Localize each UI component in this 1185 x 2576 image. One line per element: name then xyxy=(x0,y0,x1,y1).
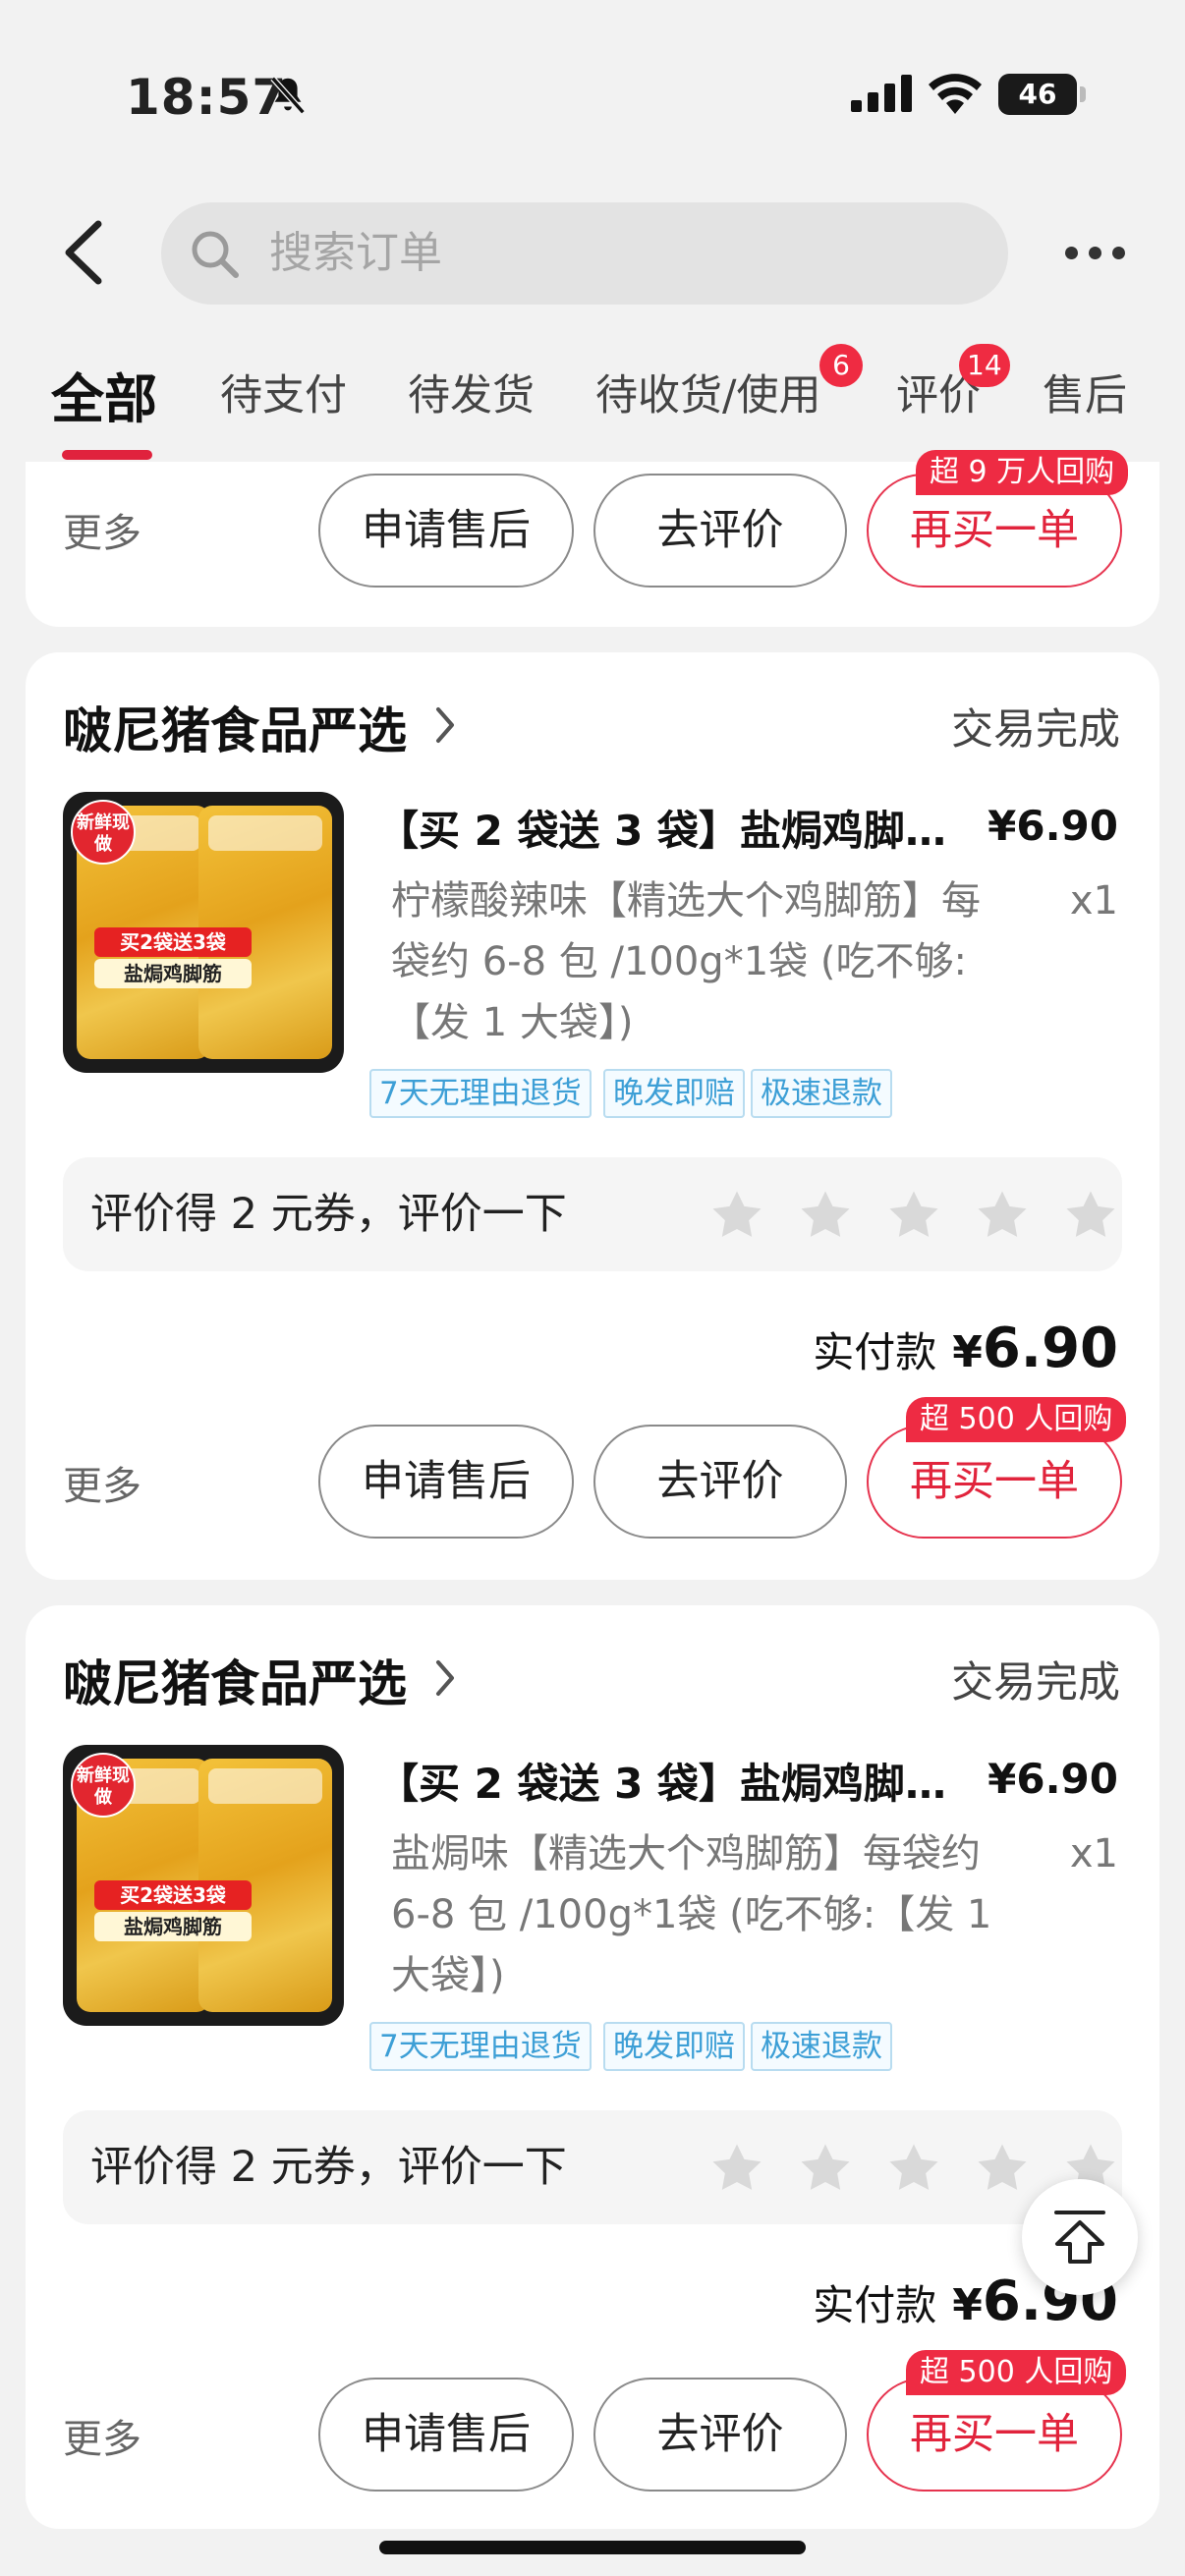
fresh-badge: 新鲜现做 xyxy=(71,800,136,865)
tab-pending-shipment[interactable]: 待发货 xyxy=(408,362,535,422)
product-title[interactable]: 【买 2 袋送 3 袋】盐焗鸡脚筋… xyxy=(377,1751,967,1811)
more-link[interactable]: 更多 xyxy=(63,1454,141,1511)
chevron-right-icon[interactable] xyxy=(430,1656,460,1700)
chevron-right-icon[interactable] xyxy=(430,703,460,747)
battery-indicator: 46 xyxy=(998,74,1077,115)
thumb-product-label: 盐焗鸡脚筋 xyxy=(94,959,252,988)
after-sale-button[interactable]: 申请售后 xyxy=(318,1425,574,1539)
search-input[interactable]: 搜索订单 xyxy=(161,202,1008,305)
search-icon xyxy=(192,231,239,278)
order-tabs: 全部 待支付 待发货 待收货/使用 6 评价 14 售后 xyxy=(0,334,1185,462)
after-sale-button[interactable]: 申请售后 xyxy=(318,2378,574,2492)
star-icon[interactable] xyxy=(709,2142,764,2195)
shop-name[interactable]: 啵尼猪食品严选 xyxy=(63,1645,407,1715)
tab-all[interactable]: 全部 xyxy=(51,356,157,433)
review-prompt-text: 评价得 2 元券，评价一下 xyxy=(90,1190,567,1239)
service-tag: 晚发即赔 xyxy=(603,2022,745,2071)
tab-after-sale[interactable]: 售后 xyxy=(1043,362,1127,422)
tab-active-indicator xyxy=(62,450,152,460)
order-card: 啵尼猪食品严选 交易完成 新鲜现做 买2袋送3袋 盐焗鸡脚筋 【买 2 袋送 3… xyxy=(26,652,1159,1580)
tab-pending-payment[interactable]: 待支付 xyxy=(220,362,347,422)
star-icon[interactable] xyxy=(798,1189,853,1242)
order-status: 交易完成 xyxy=(951,705,1120,755)
star-icon[interactable] xyxy=(798,2142,853,2195)
back-to-top-icon xyxy=(1054,2211,1105,2264)
paid-value: 6.90 xyxy=(982,1316,1118,1380)
wifi-icon xyxy=(929,74,982,114)
product-title[interactable]: 【买 2 袋送 3 袋】盐焗鸡脚筋… xyxy=(377,798,967,858)
rebuy-tag: 超 500 人回购 xyxy=(906,1397,1127,1442)
review-prompt-text: 评价得 2 元券，评价一下 xyxy=(90,2143,567,2192)
star-icon[interactable] xyxy=(886,2142,941,2195)
review-button[interactable]: 去评价 xyxy=(593,1425,847,1539)
tab-badge-review: 14 xyxy=(959,344,1010,387)
product-quantity: x1 xyxy=(1069,1831,1118,1876)
paid-amount: 实付款 ¥6.90 xyxy=(813,1316,1118,1380)
tab-badge-pending-receipt: 6 xyxy=(819,344,863,387)
more-link[interactable]: 更多 xyxy=(63,501,141,558)
battery-cap xyxy=(1080,86,1086,102)
product-thumbnail[interactable]: 新鲜现做 买2袋送3袋 盐焗鸡脚筋 xyxy=(63,1745,344,2026)
more-options-icon[interactable] xyxy=(1061,240,1130,265)
service-tag: 晚发即赔 xyxy=(603,1069,745,1118)
thumb-promo-text: 买2袋送3袋 xyxy=(94,1880,252,1910)
review-prompt-box[interactable]: 评价得 2 元券，评价一下 xyxy=(63,1157,1122,1271)
product-price: ¥6.90 xyxy=(988,802,1118,850)
after-sale-button[interactable]: 申请售后 xyxy=(318,474,574,588)
rebuy-tag: 超 9 万人回购 xyxy=(916,450,1129,495)
back-icon[interactable] xyxy=(57,218,116,287)
paid-label: 实付款 xyxy=(813,2281,937,2329)
paid-currency: ¥ xyxy=(952,1327,983,1377)
cellular-signal-icon xyxy=(851,75,912,112)
service-tag: 极速退款 xyxy=(751,1069,892,1118)
home-indicator xyxy=(379,2541,806,2554)
product-quantity: x1 xyxy=(1069,878,1118,924)
order-card-partial: 更多 申请售后 去评价 再买一单 超 9 万人回购 xyxy=(26,450,1159,627)
thumb-promo-text: 买2袋送3袋 xyxy=(94,927,252,957)
service-tag: 7天无理由退货 xyxy=(369,2022,592,2071)
search-placeholder: 搜索订单 xyxy=(269,228,442,278)
tab-pending-receipt[interactable]: 待收货/使用 xyxy=(595,362,821,422)
rebuy-tag: 超 500 人回购 xyxy=(906,2350,1127,2395)
star-icon[interactable] xyxy=(1063,1189,1118,1242)
product-spec: 柠檬酸辣味【精选大个鸡脚筋】每袋约 6-8 包 /100g*1袋 (吃不够:【发… xyxy=(391,878,981,1045)
star-icon[interactable] xyxy=(709,1189,764,1242)
status-bar: 18:57 46 xyxy=(0,0,1185,187)
review-button[interactable]: 去评价 xyxy=(593,474,847,588)
paid-currency: ¥ xyxy=(952,2280,983,2330)
more-link[interactable]: 更多 xyxy=(63,2407,141,2464)
back-to-top-button[interactable] xyxy=(1022,2179,1138,2295)
paid-label: 实付款 xyxy=(813,1328,937,1376)
product-thumbnail[interactable]: 新鲜现做 买2袋送3袋 盐焗鸡脚筋 xyxy=(63,792,344,1073)
review-prompt-box[interactable]: 评价得 2 元券，评价一下 xyxy=(63,2110,1122,2224)
order-card: 啵尼猪食品严选 交易完成 新鲜现做 买2袋送3袋 盐焗鸡脚筋 【买 2 袋送 3… xyxy=(26,1605,1159,2529)
fresh-badge: 新鲜现做 xyxy=(71,1753,136,1818)
shop-name[interactable]: 啵尼猪食品严选 xyxy=(63,692,407,762)
status-time: 18:57 xyxy=(126,69,288,126)
star-icon[interactable] xyxy=(975,1189,1030,1242)
service-tag: 7天无理由退货 xyxy=(369,1069,592,1118)
star-icon[interactable] xyxy=(886,1189,941,1242)
review-button[interactable]: 去评价 xyxy=(593,2378,847,2492)
service-tag: 极速退款 xyxy=(751,2022,892,2071)
product-price: ¥6.90 xyxy=(988,1755,1118,1803)
bell-muted-icon xyxy=(270,76,306,115)
order-status: 交易完成 xyxy=(951,1658,1120,1708)
thumb-product-label: 盐焗鸡脚筋 xyxy=(94,1912,252,1941)
product-spec: 盐焗味【精选大个鸡脚筋】每袋约 6-8 包 /100g*1袋 (吃不够:【发 1… xyxy=(391,1831,992,1998)
